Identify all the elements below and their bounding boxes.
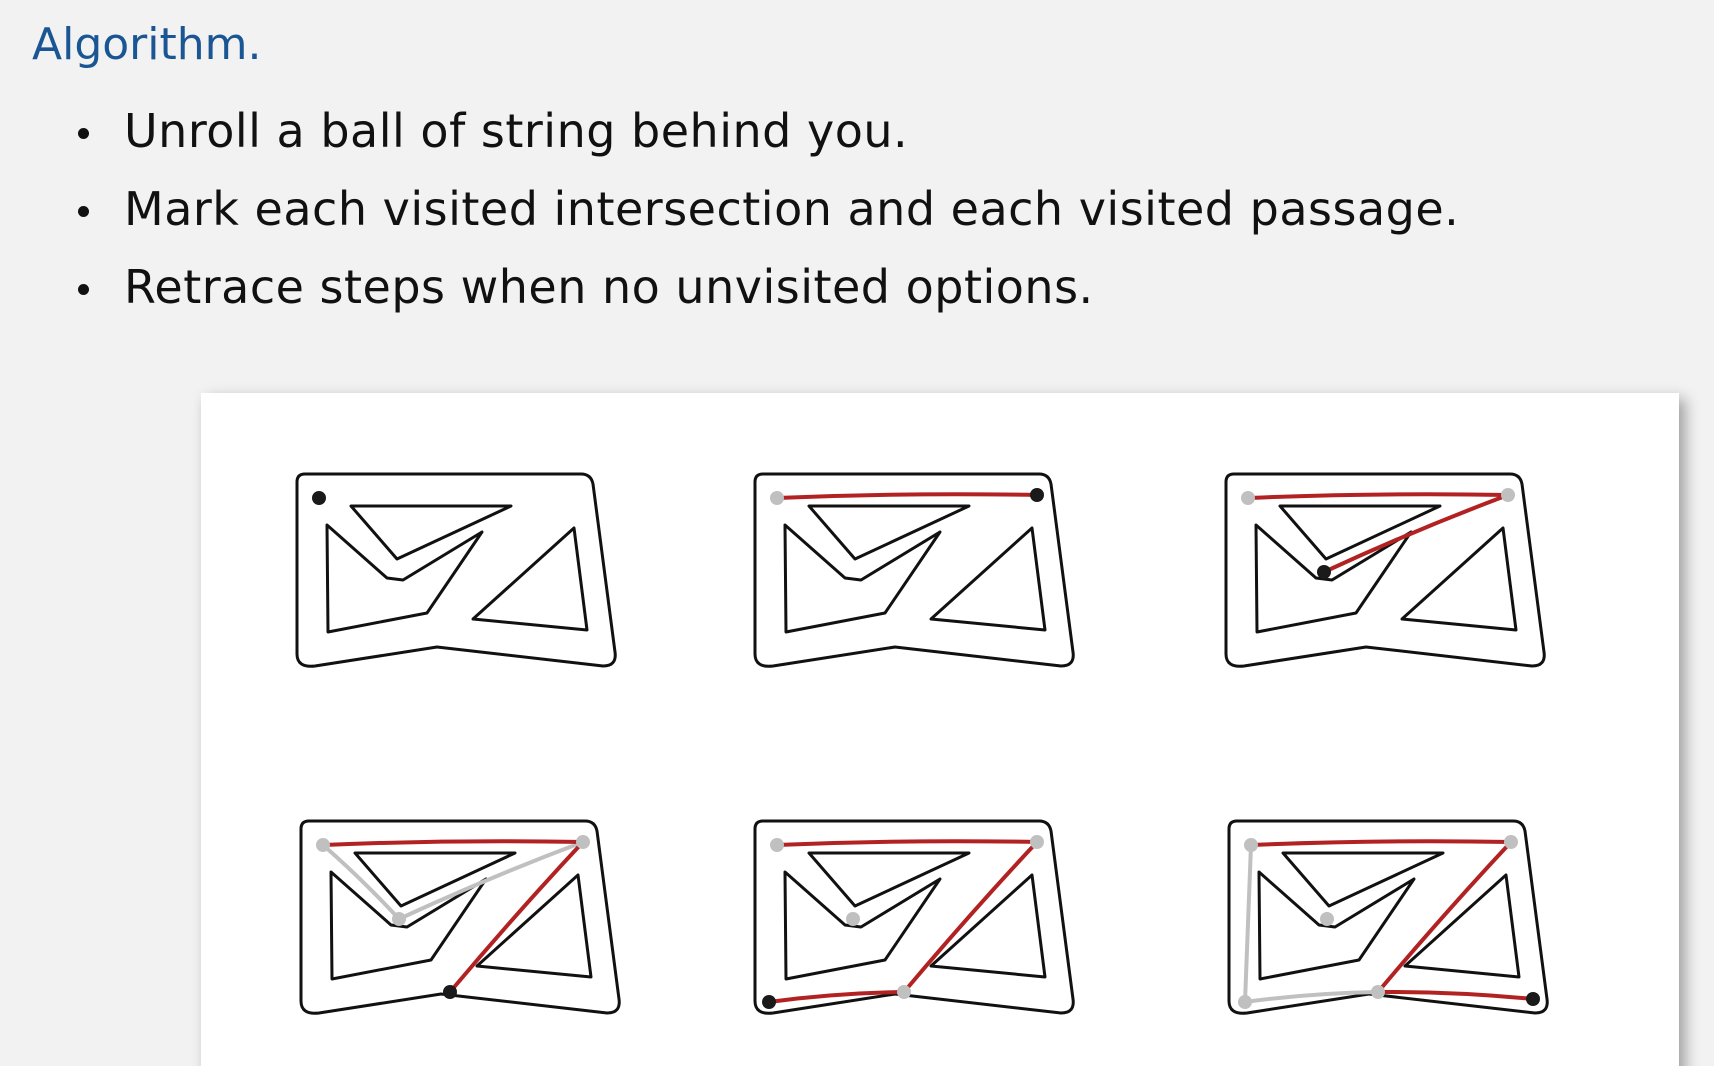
current-position [1526,992,1540,1006]
maze-figure [201,393,1679,1066]
page-heading: Algorithm. [32,19,262,70]
maze-inner-wall [929,526,1047,632]
current-position [762,995,776,1009]
visited-intersection [576,835,590,849]
visited-intersection [770,491,784,505]
maze-inner-wall [1281,851,1445,908]
maze-inner-wall [475,873,593,979]
maze-inner-wall [1403,873,1521,979]
visited-intersection [1238,995,1252,1009]
current-position [443,985,457,999]
bullet-icon [78,206,89,217]
maze-panel-3 [1224,472,1546,668]
visited-intersection [1244,838,1258,852]
visited-intersection [1371,985,1385,999]
step-text: Mark each visited intersection and each … [124,182,1460,236]
maze-inner-wall [349,504,513,561]
maze-panel-2 [753,472,1075,668]
step-text: Unroll a ball of string behind you. [124,104,909,158]
maze-inner-wall [807,504,971,561]
maze-inner-wall [783,870,942,981]
bullet-icon [78,128,89,139]
maze-inner-wall [471,526,589,632]
string-path [775,492,1039,500]
current-position [1030,488,1044,502]
current-position [1317,565,1331,579]
bullet-icon [78,284,89,295]
string-path [321,839,588,994]
visited-intersection [770,838,784,852]
current-position [312,491,326,505]
maze-inner-wall [807,851,971,908]
maze-inner-wall [325,523,484,634]
maze-panel-4 [299,819,621,1015]
visited-intersection [392,912,406,926]
maze-inner-wall [783,523,942,634]
step-item: Mark each visited intersection and each … [70,170,1459,248]
string-path [767,839,1042,1004]
visited-intersection [1241,491,1255,505]
visited-intersection [1504,835,1518,849]
visited-intersection [1320,912,1334,926]
visited-intersection [846,912,860,926]
maze-panel-6 [1227,819,1549,1015]
visited-intersection [316,838,330,852]
maze-inner-wall [929,873,1047,979]
visited-intersection [1501,488,1515,502]
maze-inner-wall [1400,526,1518,632]
step-text: Retrace steps when no unvisited options. [124,260,1094,314]
visited-intersection [897,985,911,999]
maze-panel-1 [295,472,617,668]
maze-panel-5 [753,819,1075,1015]
maze-inner-wall [1254,523,1413,634]
step-item: Retrace steps when no unvisited options. [70,248,1459,326]
algorithm-steps: Unroll a ball of string behind you. Mark… [70,92,1459,326]
maze-panels [295,472,1549,1015]
maze-inner-wall [1257,870,1416,981]
visited-intersection [1030,835,1044,849]
maze-inner-wall [329,870,488,981]
step-item: Unroll a ball of string behind you. [70,92,1459,170]
